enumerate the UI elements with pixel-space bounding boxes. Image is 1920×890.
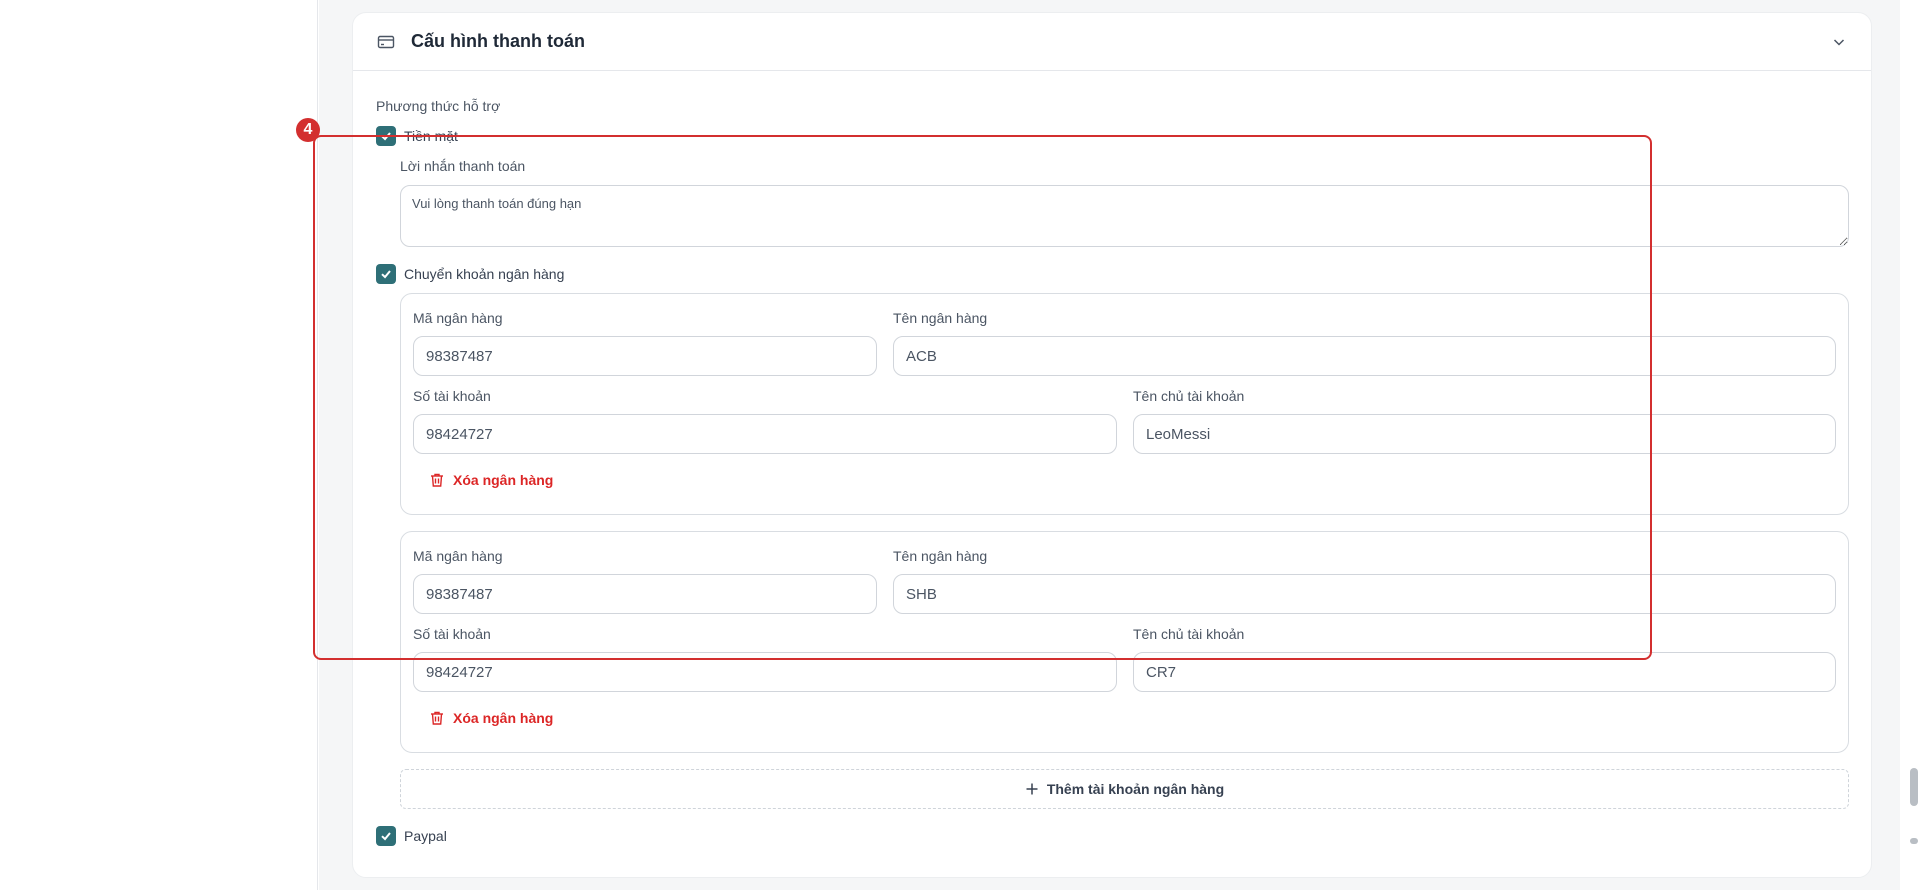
account-holder-label: Tên chủ tài khoản: [1133, 626, 1245, 642]
bank-name-label: Tên ngân hàng: [893, 310, 988, 326]
delete-bank-button[interactable]: Xóa ngân hàng: [429, 472, 553, 488]
trash-icon: [431, 473, 443, 487]
card-title: Cấu hình thanh toán: [411, 31, 585, 51]
bank-code-label: Mã ngân hàng: [413, 310, 503, 326]
chevron-down-icon[interactable]: [1831, 34, 1847, 50]
scrollbar-track[interactable]: [1908, 0, 1920, 890]
bank-code-input[interactable]: [413, 336, 877, 376]
bank-transfer-label: Chuyển khoản ngân hàng: [404, 266, 565, 282]
left-panel: [0, 0, 318, 890]
bank-name-input[interactable]: [893, 336, 1836, 376]
bank-transfer-checkbox[interactable]: [376, 264, 396, 284]
cash-checkbox[interactable]: [376, 126, 396, 146]
scrollbar-nub: [1910, 838, 1918, 844]
account-number-input[interactable]: [413, 414, 1117, 454]
account-holder-input[interactable]: [1133, 652, 1836, 692]
account-holder-input[interactable]: [1133, 414, 1836, 454]
delete-bank-button[interactable]: Xóa ngân hàng: [429, 710, 553, 726]
bank-account-card: [400, 531, 1849, 753]
check-icon: [381, 832, 391, 841]
paypal-label: Paypal: [404, 828, 447, 844]
payment-message-textarea[interactable]: Vui lòng thanh toán đúng hạn: [400, 185, 1849, 247]
paypal-checkbox[interactable]: [376, 826, 396, 846]
check-icon: [381, 132, 391, 141]
cash-label: Tiền mặt: [404, 128, 458, 144]
account-holder-label: Tên chủ tài khoản: [1133, 388, 1245, 404]
account-number-label: Số tài khoản: [413, 388, 491, 404]
add-bank-account-label: Thêm tài khoản ngân hàng: [1046, 781, 1225, 797]
delete-bank-label: Xóa ngân hàng: [453, 472, 554, 488]
check-icon: [381, 270, 391, 279]
bank-name-input[interactable]: [893, 574, 1836, 614]
credit-card-icon: [377, 33, 395, 51]
bank-name-label: Tên ngân hàng: [893, 548, 988, 564]
plus-icon: [1026, 783, 1038, 795]
scrollbar-thumb[interactable]: [1910, 768, 1918, 806]
bank-account-card: [400, 293, 1849, 515]
trash-icon: [431, 711, 443, 725]
annotation-badge: 4: [296, 118, 320, 142]
methods-label: Phương thức hỗ trợ: [376, 98, 501, 114]
card-header[interactable]: Cấu hình thanh toán: [353, 13, 1871, 71]
delete-bank-label: Xóa ngân hàng: [453, 710, 554, 726]
payment-message-label: Lời nhắn thanh toán: [400, 158, 526, 174]
account-number-input[interactable]: [413, 652, 1117, 692]
bank-code-label: Mã ngân hàng: [413, 548, 503, 564]
add-bank-account-button[interactable]: Thêm tài khoản ngân hàng: [400, 769, 1849, 809]
account-number-label: Số tài khoản: [413, 626, 491, 642]
bank-code-input[interactable]: [413, 574, 877, 614]
